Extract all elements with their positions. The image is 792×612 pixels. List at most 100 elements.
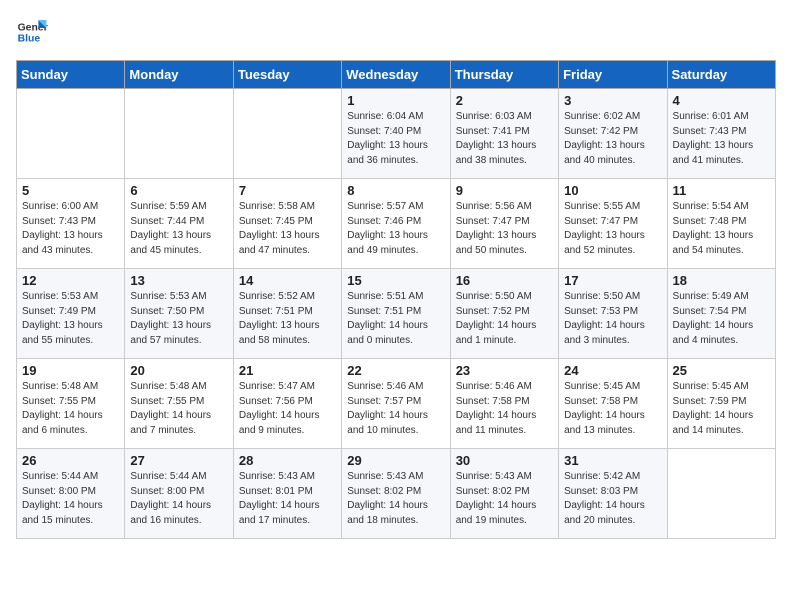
- calendar-week-row: 19 Sunrise: 5:48 AM Sunset: 7:55 PM Dayli…: [17, 359, 776, 449]
- day-info: Sunrise: 5:43 AM Sunset: 8:01 PM Dayligh…: [239, 470, 336, 528]
- calendar-cell: 10Sunrise: 5:55 AM Sunset: 7:47 PM Dayli…: [559, 179, 667, 269]
- calendar-cell: 25Sunrise: 5:45 AM Sunset: 7:59 PM Dayli…: [667, 359, 775, 449]
- day-number: 5: [22, 183, 119, 198]
- day-info: Sunrise: 5:46 AM Sunset: 7:58 PM Dayligh…: [456, 380, 553, 438]
- day-info: Sunrise: 5:53 AM Sunset: 7:50 PM Dayligh…: [130, 290, 227, 348]
- day-info: Sunrise: 5:56 AM Sunset: 7:47 PM Dayligh…: [456, 200, 553, 258]
- day-number: 22: [347, 363, 444, 378]
- day-info: Sunrise: 6:03 AM Sunset: 7:41 PM Dayligh…: [456, 110, 553, 168]
- calendar-cell: 21 Sunrise: 5:47 AM Sunset: 7:56 PM Dayli…: [233, 359, 341, 449]
- day-info: Sunrise: 5:43 AM Sunset: 8:02 PM Dayligh…: [456, 470, 553, 528]
- day-info: Sunrise: 5:44 AM Sunset: 8:00 PM Dayligh…: [22, 470, 119, 528]
- calendar-cell: 18 Sunrise: 5:49 AM Sunset: 7:54 PM Dayli…: [667, 269, 775, 359]
- calendar-week-row: 12 Sunrise: 5:53 AM Sunset: 7:49 PM Dayli…: [17, 269, 776, 359]
- calendar-table: SundayMondayTuesdayWednesdayThursdayFrid…: [16, 60, 776, 539]
- calendar-cell: 9Sunrise: 5:56 AM Sunset: 7:47 PM Daylig…: [450, 179, 558, 269]
- day-number: 7: [239, 183, 336, 198]
- day-number: 31: [564, 453, 661, 468]
- calendar-cell: [667, 449, 775, 539]
- logo-icon: General Blue: [16, 16, 48, 48]
- calendar-cell: 19 Sunrise: 5:48 AM Sunset: 7:55 PM Dayli…: [17, 359, 125, 449]
- day-info: Sunrise: 5:45 AM Sunset: 7:58 PM Dayligh…: [564, 380, 661, 438]
- day-number: 27: [130, 453, 227, 468]
- calendar-cell: 29 Sunrise: 5:43 AM Sunset: 8:02 PM Dayli…: [342, 449, 450, 539]
- day-number: 17: [564, 273, 661, 288]
- weekday-header-friday: Friday: [559, 61, 667, 89]
- calendar-cell: [17, 89, 125, 179]
- calendar-cell: 26 Sunrise: 5:44 AM Sunset: 8:00 PM Dayli…: [17, 449, 125, 539]
- day-number: 23: [456, 363, 553, 378]
- day-info: Sunrise: 5:45 AM Sunset: 7:59 PM Dayligh…: [673, 380, 770, 438]
- day-number: 2: [456, 93, 553, 108]
- weekday-header-row: SundayMondayTuesdayWednesdayThursdayFrid…: [17, 61, 776, 89]
- day-number: 24: [564, 363, 661, 378]
- day-info: Sunrise: 5:44 AM Sunset: 8:00 PM Dayligh…: [130, 470, 227, 528]
- day-info: Sunrise: 5:48 AM Sunset: 7:55 PM Dayligh…: [22, 380, 119, 438]
- day-number: 13: [130, 273, 227, 288]
- calendar-week-row: 26 Sunrise: 5:44 AM Sunset: 8:00 PM Dayli…: [17, 449, 776, 539]
- day-info: Sunrise: 5:53 AM Sunset: 7:49 PM Dayligh…: [22, 290, 119, 348]
- calendar-cell: 7Sunrise: 5:58 AM Sunset: 7:45 PM Daylig…: [233, 179, 341, 269]
- day-info: Sunrise: 5:51 AM Sunset: 7:51 PM Dayligh…: [347, 290, 444, 348]
- calendar-cell: 11 Sunrise: 5:54 AM Sunset: 7:48 PM Dayli…: [667, 179, 775, 269]
- calendar-cell: [233, 89, 341, 179]
- day-info: Sunrise: 5:42 AM Sunset: 8:03 PM Dayligh…: [564, 470, 661, 528]
- svg-text:Blue: Blue: [18, 34, 41, 45]
- day-number: 11: [673, 183, 770, 198]
- day-info: Sunrise: 6:04 AM Sunset: 7:40 PM Dayligh…: [347, 110, 444, 168]
- weekday-header-thursday: Thursday: [450, 61, 558, 89]
- day-number: 28: [239, 453, 336, 468]
- calendar-week-row: 5 Sunrise: 6:00 AM Sunset: 7:43 PM Daylig…: [17, 179, 776, 269]
- calendar-cell: 24 Sunrise: 5:45 AM Sunset: 7:58 PM Dayli…: [559, 359, 667, 449]
- calendar-cell: 23 Sunrise: 5:46 AM Sunset: 7:58 PM Dayli…: [450, 359, 558, 449]
- day-info: Sunrise: 5:50 AM Sunset: 7:53 PM Dayligh…: [564, 290, 661, 348]
- calendar-cell: 28 Sunrise: 5:43 AM Sunset: 8:01 PM Dayli…: [233, 449, 341, 539]
- calendar-cell: 20 Sunrise: 5:48 AM Sunset: 7:55 PM Dayli…: [125, 359, 233, 449]
- calendar-cell: 12 Sunrise: 5:53 AM Sunset: 7:49 PM Dayli…: [17, 269, 125, 359]
- day-number: 29: [347, 453, 444, 468]
- day-number: 4: [673, 93, 770, 108]
- calendar-cell: 27 Sunrise: 5:44 AM Sunset: 8:00 PM Dayli…: [125, 449, 233, 539]
- calendar-week-row: 1 Sunrise: 6:04 AM Sunset: 7:40 PM Daylig…: [17, 89, 776, 179]
- day-info: Sunrise: 5:48 AM Sunset: 7:55 PM Dayligh…: [130, 380, 227, 438]
- day-info: Sunrise: 5:59 AM Sunset: 7:44 PM Dayligh…: [130, 200, 227, 258]
- day-number: 15: [347, 273, 444, 288]
- calendar-cell: 4 Sunrise: 6:01 AM Sunset: 7:43 PM Daylig…: [667, 89, 775, 179]
- day-info: Sunrise: 6:00 AM Sunset: 7:43 PM Dayligh…: [22, 200, 119, 258]
- day-info: Sunrise: 5:43 AM Sunset: 8:02 PM Dayligh…: [347, 470, 444, 528]
- calendar-cell: 16Sunrise: 5:50 AM Sunset: 7:52 PM Dayli…: [450, 269, 558, 359]
- day-number: 20: [130, 363, 227, 378]
- day-info: Sunrise: 6:01 AM Sunset: 7:43 PM Dayligh…: [673, 110, 770, 168]
- day-number: 26: [22, 453, 119, 468]
- day-info: Sunrise: 5:52 AM Sunset: 7:51 PM Dayligh…: [239, 290, 336, 348]
- calendar-cell: 13 Sunrise: 5:53 AM Sunset: 7:50 PM Dayli…: [125, 269, 233, 359]
- weekday-header-sunday: Sunday: [17, 61, 125, 89]
- calendar-cell: 31 Sunrise: 5:42 AM Sunset: 8:03 PM Dayli…: [559, 449, 667, 539]
- day-info: Sunrise: 5:46 AM Sunset: 7:57 PM Dayligh…: [347, 380, 444, 438]
- page-header: General Blue: [16, 16, 776, 48]
- weekday-header-saturday: Saturday: [667, 61, 775, 89]
- day-number: 10: [564, 183, 661, 198]
- logo: General Blue: [16, 16, 52, 48]
- day-number: 19: [22, 363, 119, 378]
- calendar-cell: 22 Sunrise: 5:46 AM Sunset: 7:57 PM Dayli…: [342, 359, 450, 449]
- weekday-header-wednesday: Wednesday: [342, 61, 450, 89]
- day-number: 14: [239, 273, 336, 288]
- day-number: 6: [130, 183, 227, 198]
- day-number: 1: [347, 93, 444, 108]
- day-info: Sunrise: 5:47 AM Sunset: 7:56 PM Dayligh…: [239, 380, 336, 438]
- day-info: Sunrise: 5:54 AM Sunset: 7:48 PM Dayligh…: [673, 200, 770, 258]
- calendar-cell: 6 Sunrise: 5:59 AM Sunset: 7:44 PM Daylig…: [125, 179, 233, 269]
- calendar-cell: 8Sunrise: 5:57 AM Sunset: 7:46 PM Daylig…: [342, 179, 450, 269]
- day-info: Sunrise: 5:49 AM Sunset: 7:54 PM Dayligh…: [673, 290, 770, 348]
- weekday-header-tuesday: Tuesday: [233, 61, 341, 89]
- day-number: 21: [239, 363, 336, 378]
- day-number: 18: [673, 273, 770, 288]
- day-number: 12: [22, 273, 119, 288]
- calendar-cell: 1 Sunrise: 6:04 AM Sunset: 7:40 PM Daylig…: [342, 89, 450, 179]
- calendar-cell: 2 Sunrise: 6:03 AM Sunset: 7:41 PM Daylig…: [450, 89, 558, 179]
- calendar-cell: 14 Sunrise: 5:52 AM Sunset: 7:51 PM Dayli…: [233, 269, 341, 359]
- weekday-header-monday: Monday: [125, 61, 233, 89]
- day-number: 3: [564, 93, 661, 108]
- day-number: 8: [347, 183, 444, 198]
